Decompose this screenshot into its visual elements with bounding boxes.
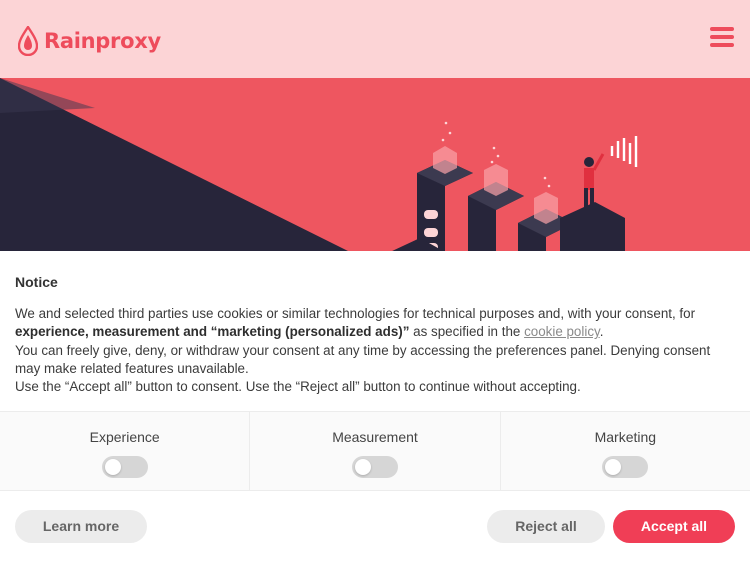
toggle-experience: Experience	[0, 412, 251, 490]
hero-illustration	[0, 78, 750, 252]
accept-all-button[interactable]: Accept all	[613, 510, 735, 543]
notice-title: Notice	[15, 274, 58, 290]
raindrop-icon	[18, 26, 38, 56]
learn-more-button[interactable]: Learn more	[15, 510, 147, 543]
hamburger-menu-icon[interactable]	[710, 27, 734, 49]
brand-name: Rainproxy	[44, 29, 161, 53]
notice-text: We and selected third parties use cookie…	[15, 306, 711, 395]
notice-line-1: We and selected third parties use cookie…	[15, 306, 696, 321]
toggle-measurement: Measurement	[250, 412, 501, 490]
toggle-marketing: Marketing	[501, 412, 750, 490]
experience-switch[interactable]	[101, 456, 148, 478]
consent-toggles: Experience Measurement Marketing	[0, 411, 750, 491]
notice-line-2: as specified in the	[409, 324, 525, 340]
cookie-policy-link[interactable]: cookie policy	[524, 324, 600, 339]
notice-line-3: You can freely give, deny, or withdraw y…	[15, 342, 711, 376]
measurement-switch[interactable]	[351, 456, 398, 478]
brand-logo[interactable]: Rainproxy	[18, 25, 161, 57]
isometric-city-illustration	[0, 78, 750, 252]
notice-purposes: experience, measurement and “marketing (…	[15, 324, 410, 340]
site-header: Rainproxy	[0, 0, 750, 78]
toggle-label: Experience	[89, 429, 160, 445]
cookie-consent-banner: Notice We and selected third parties use…	[0, 251, 750, 563]
notice-line-4: Use the “Accept all” button to consent. …	[15, 379, 581, 395]
reject-all-button[interactable]: Reject all	[487, 510, 605, 543]
marketing-switch[interactable]	[602, 456, 649, 478]
toggle-label: Measurement	[332, 429, 418, 445]
toggle-label: Marketing	[594, 429, 657, 445]
